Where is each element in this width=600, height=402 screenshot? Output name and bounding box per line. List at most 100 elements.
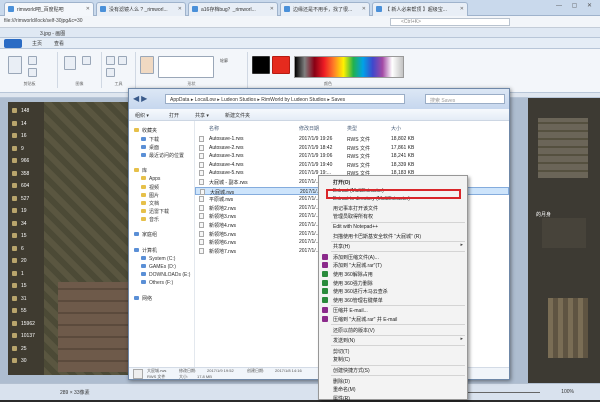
eraser-icon[interactable]	[106, 68, 115, 77]
open-button[interactable]: 打开	[169, 112, 179, 119]
brush-icon[interactable]	[140, 56, 154, 74]
share-button[interactable]: 共享 ▾	[195, 112, 209, 119]
back-forward-icon[interactable]: ◀▶	[133, 94, 149, 103]
context-menu-item[interactable]: 创建快捷方式(S)	[319, 366, 467, 374]
column-date[interactable]: 修改日期	[299, 125, 319, 132]
nav-favorites[interactable]: 收藏夹	[134, 127, 157, 135]
nav-videos[interactable]: 视频	[141, 184, 159, 192]
context-menu-item[interactable]: 使用 360管理右键菜单	[319, 296, 467, 304]
close-icon[interactable]: ✕	[270, 6, 274, 12]
browser-tab-5[interactable]: 【 新人必来帮顶 】超级宝... ✕	[372, 2, 468, 16]
game-screenshot-right[interactable]: 的月身	[528, 98, 600, 383]
browser-tab-3[interactable]: a16存档bug？_rimworl... ✕	[188, 2, 278, 16]
shapes-gallery[interactable]	[158, 56, 214, 78]
close-icon[interactable]: ✕	[460, 6, 464, 12]
select-icon[interactable]	[64, 56, 76, 70]
file-date: 2017/1/9 19:26	[299, 136, 333, 142]
browser-tab-1[interactable]: rimworld吧_百度贴吧 ✕	[4, 2, 94, 16]
cut-icon[interactable]	[28, 56, 37, 65]
file-row[interactable]: Autosave-2.rws 2017/1/9 18:42 RWS 文件 17,861…	[195, 144, 509, 152]
context-menu-item[interactable]: 使用 360强力删除	[319, 279, 467, 287]
pencil-icon[interactable]	[106, 56, 115, 65]
highlight-annotation	[326, 189, 461, 199]
context-menu-item[interactable]: 重命名(M)	[319, 385, 467, 393]
context-menu-item[interactable]: 发送到(N) ▸	[319, 336, 467, 344]
nav-downloads[interactable]: 下载	[141, 136, 159, 144]
url-field[interactable]: file:///rimworld/lock/self-30jpg&c=30	[4, 18, 304, 26]
color1-swatch[interactable]	[252, 56, 270, 74]
context-menu-item[interactable]: 剪切(T)	[319, 347, 467, 355]
breadcrumb-item[interactable]: AppData	[170, 97, 189, 103]
text-tool-icon[interactable]	[118, 56, 127, 65]
close-icon[interactable]: ✕	[362, 6, 366, 12]
file-row[interactable]: Autosave-1.rws 2017/1/9 19:26 RWS 文件 18,802…	[195, 135, 509, 143]
breadcrumb-item[interactable]: RimWorld by Ludeon Studios	[261, 97, 326, 103]
paste-icon[interactable]	[8, 56, 22, 74]
outline-label[interactable]: 轮廓	[220, 58, 228, 64]
file-name: 新领地4.rws	[209, 223, 236, 229]
breadcrumb-item[interactable]: Saves	[331, 97, 345, 103]
nav-network[interactable]: 网络	[134, 295, 152, 303]
nav-drive-e[interactable]: DOWNLOADs (E:)	[141, 272, 190, 280]
context-menu-item[interactable]: 删除(D)	[319, 377, 467, 385]
tab-view[interactable]: 查看	[54, 40, 64, 47]
nav-music[interactable]: 音乐	[141, 216, 159, 224]
nav-pictures[interactable]: 图片	[141, 192, 159, 200]
nav-computer[interactable]: 计算机	[134, 247, 157, 255]
column-size[interactable]: 大小	[391, 125, 401, 132]
browser-tab-2[interactable]: 没有滤镜人么 ? _rimworl... ✕	[96, 2, 186, 16]
context-menu-item[interactable]: 复制(C)	[319, 355, 467, 363]
context-menu-item[interactable]: 共享(H) ▸	[319, 242, 467, 250]
context-menu-item[interactable]: 使用 360解除占用	[319, 270, 467, 278]
context-menu-item[interactable]: 还原以前的版本(V)	[319, 326, 467, 334]
paint-file-menu-button[interactable]	[4, 39, 22, 48]
nav-xunlei[interactable]: 迅雷下载	[141, 208, 169, 216]
column-name[interactable]: 名称	[209, 125, 219, 132]
resource-icon	[12, 183, 17, 188]
close-icon[interactable]: ✕	[178, 6, 182, 12]
context-menu-item[interactable]: Edit with Notepad++	[319, 223, 467, 231]
context-menu-item[interactable]: 压缩并 E-mail...	[319, 306, 467, 314]
context-menu-item[interactable]: 用记事本打开该文件	[319, 204, 467, 212]
context-menu-item[interactable]: 使用 360进行木马云查杀	[319, 287, 467, 295]
close-icon[interactable]: ✕	[86, 6, 90, 12]
nav-drive-c[interactable]: System (C:)	[141, 256, 175, 264]
resource-icon	[12, 333, 17, 338]
crop-icon[interactable]	[82, 56, 91, 65]
folder-icon	[141, 209, 146, 213]
explorer-search-input[interactable]: 搜索 Saves	[425, 94, 505, 104]
nav-drive-d[interactable]: GAMEs (D:)	[141, 264, 176, 272]
nav-drive-f[interactable]: Others (F:)	[141, 280, 173, 288]
nav-apps[interactable]: Apps	[141, 176, 160, 184]
color2-swatch[interactable]	[272, 56, 290, 74]
nav-homegroup[interactable]: 家庭组	[134, 231, 157, 239]
color-palette[interactable]	[294, 56, 404, 78]
nav-libraries[interactable]: 库	[134, 167, 147, 175]
tab-home[interactable]: 主页	[32, 40, 42, 47]
browser-tab-4[interactable]: 边缘还是不用手，找了很... ✕	[280, 2, 370, 16]
context-menu-item[interactable]: 压缩到 "大屁城.rar" 并 E-mail	[319, 315, 467, 323]
context-menu-item[interactable]: 属性(R)	[319, 394, 467, 402]
context-menu-item[interactable]: 打开(O)	[319, 178, 467, 186]
browser-search-input[interactable]: <Ctrl+K>	[390, 18, 510, 26]
context-menu-item[interactable]: 扫描使用卡巴斯基安全软件 “大屁城” (R)	[319, 232, 467, 240]
nav-desktop[interactable]: 桌面	[141, 144, 159, 152]
new-folder-button[interactable]: 新建文件夹	[225, 112, 250, 119]
organize-button[interactable]: 组织 ▾	[135, 112, 149, 119]
column-type[interactable]: 类型	[347, 125, 357, 132]
file-size: 18,241 KB	[391, 153, 415, 160]
breadcrumb-item[interactable]: LocalLow	[195, 97, 216, 103]
window-controls[interactable]: — ▢ ✕	[556, 2, 596, 9]
file-row[interactable]: Autosave-4.rws 2017/1/9 19:40 RWS 文件 18,339…	[195, 161, 509, 169]
address-bar[interactable]: AppData ▸ LocalLow ▸ Ludeon Studios ▸ Ri…	[165, 94, 405, 104]
breadcrumb-item[interactable]: Ludeon Studios	[221, 97, 256, 103]
nav-recent[interactable]: 最近访问的位置	[141, 152, 184, 160]
copy-icon[interactable]	[28, 68, 37, 77]
context-menu-item[interactable]: 管理员取得所有权	[319, 212, 467, 220]
resource-icon	[12, 233, 17, 238]
context-menu-item[interactable]: 添加到 "大屁城.rar"(T)	[319, 261, 467, 269]
tab-favicon-icon	[376, 6, 382, 12]
nav-documents[interactable]: 文档	[141, 200, 159, 208]
context-menu-item[interactable]: 添加到压缩文件(A)...	[319, 253, 467, 261]
file-row[interactable]: Autosave-3.rws 2017/1/9 19:06 RWS 文件 18,241…	[195, 152, 509, 160]
